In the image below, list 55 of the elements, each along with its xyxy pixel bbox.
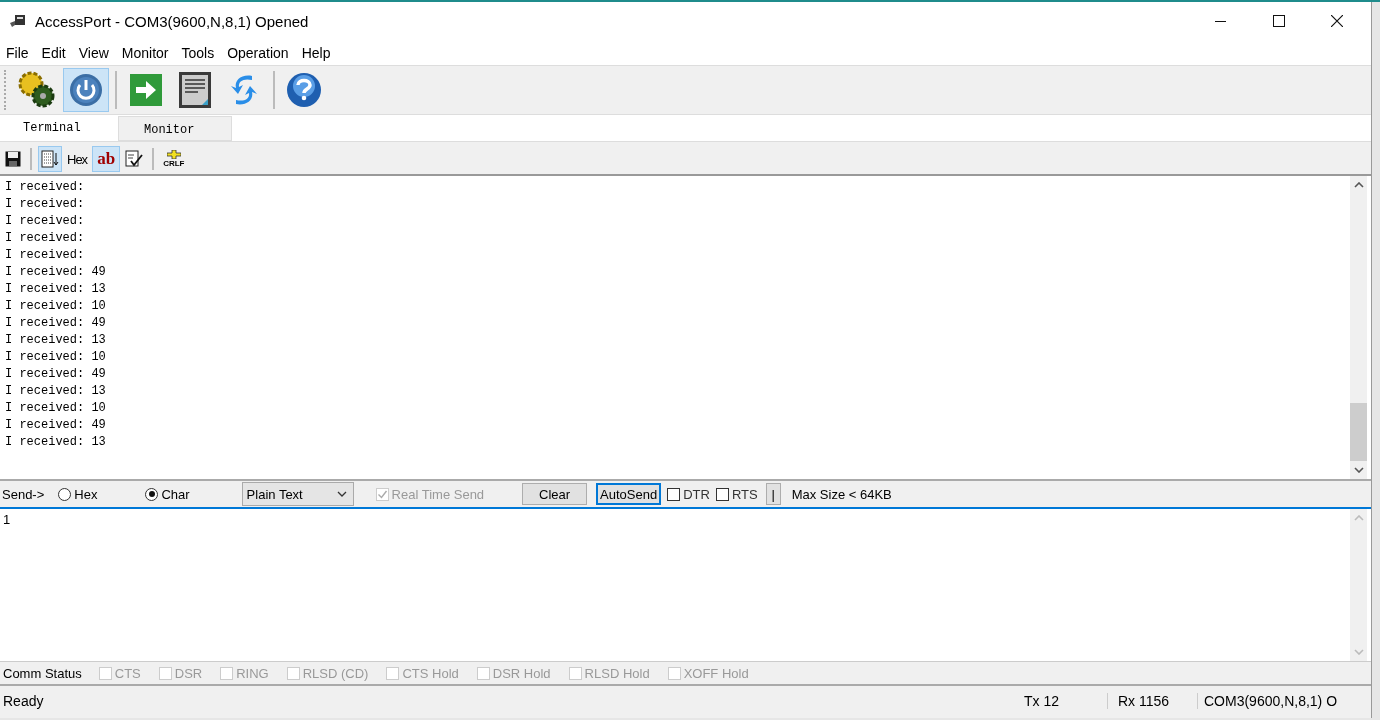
scroll-up-icon[interactable] (1353, 182, 1364, 188)
check-icon (376, 488, 388, 500)
plus-icon (166, 150, 181, 159)
text-mode-button[interactable]: ab (92, 146, 121, 172)
terminal-line: I received: 13 (5, 383, 107, 400)
radio-button[interactable]: Char (145, 486, 190, 502)
terminal-line: I received: 13 (5, 281, 107, 298)
power-button[interactable] (63, 68, 109, 112)
terminal-line: I received: (5, 196, 86, 213)
terminal-line: I received: 49 (5, 264, 107, 281)
menu-item[interactable]: View (78, 44, 115, 61)
scroll-thumb[interactable] (1350, 403, 1367, 461)
scrollbar[interactable] (1350, 176, 1367, 479)
terminal-line: I received: 10 (5, 349, 107, 366)
terminal-line: I received: 10 (5, 400, 107, 417)
format-dropdown[interactable]: Plain Text (241, 482, 354, 506)
auto-scroll-button[interactable] (38, 146, 62, 172)
terminal-line: I received: (5, 213, 86, 230)
terminal-line: I received: (5, 179, 86, 196)
terminal-line: I received: 10 (5, 298, 107, 315)
terminal-line: I received: 49 (5, 315, 107, 332)
crlf-button[interactable]: CRLF (160, 146, 188, 172)
rx-count: Rx 1156 (1108, 693, 1198, 709)
terminal-line: I received: 49 (5, 417, 107, 434)
menu-item[interactable]: Monitor (121, 44, 175, 61)
max-size-label: Max Size < 64KB (790, 486, 892, 502)
tab[interactable]: Monitor (118, 116, 232, 141)
radio-button[interactable]: Hex (58, 486, 98, 502)
chevron-down-icon (336, 491, 347, 497)
send-label: Send-> (1, 486, 45, 502)
small-button[interactable]: | (765, 483, 781, 505)
menu-item[interactable]: File (6, 44, 35, 61)
terminal-line: I received: (5, 247, 86, 264)
terminal-line: I received: 13 (5, 434, 107, 451)
terminal-line: I received: 49 (5, 366, 107, 383)
window-title: AccessPort - COM3(9600,N,8,1) Opened (35, 12, 309, 30)
scroll-down-icon[interactable] (1353, 467, 1364, 473)
menu-item[interactable]: Edit (41, 44, 72, 61)
hex-button[interactable]: Hex (64, 146, 91, 172)
app-icon (9, 13, 27, 29)
checkbox[interactable]: DTR (667, 486, 710, 502)
autosend-button[interactable]: AutoSend (596, 483, 662, 505)
status-message: Ready (2, 693, 45, 709)
menu-item[interactable]: Tools (181, 44, 221, 61)
checkbox[interactable]: RTS (715, 486, 758, 502)
close-icon[interactable] (1331, 15, 1343, 27)
terminal-line: I received: 13 (5, 332, 107, 349)
comm-status-label: Comm Status (2, 665, 82, 681)
clear-button[interactable]: Clear (522, 483, 588, 505)
tx-count: Tx 12 (1008, 693, 1108, 709)
port-status: COM3(9600,N,8,1) O (1203, 693, 1339, 709)
menu-item[interactable]: Operation (227, 44, 295, 61)
maximize-icon[interactable] (1273, 15, 1285, 27)
terminal-line: I received: (5, 230, 86, 247)
menu-item[interactable]: Help (301, 44, 337, 61)
